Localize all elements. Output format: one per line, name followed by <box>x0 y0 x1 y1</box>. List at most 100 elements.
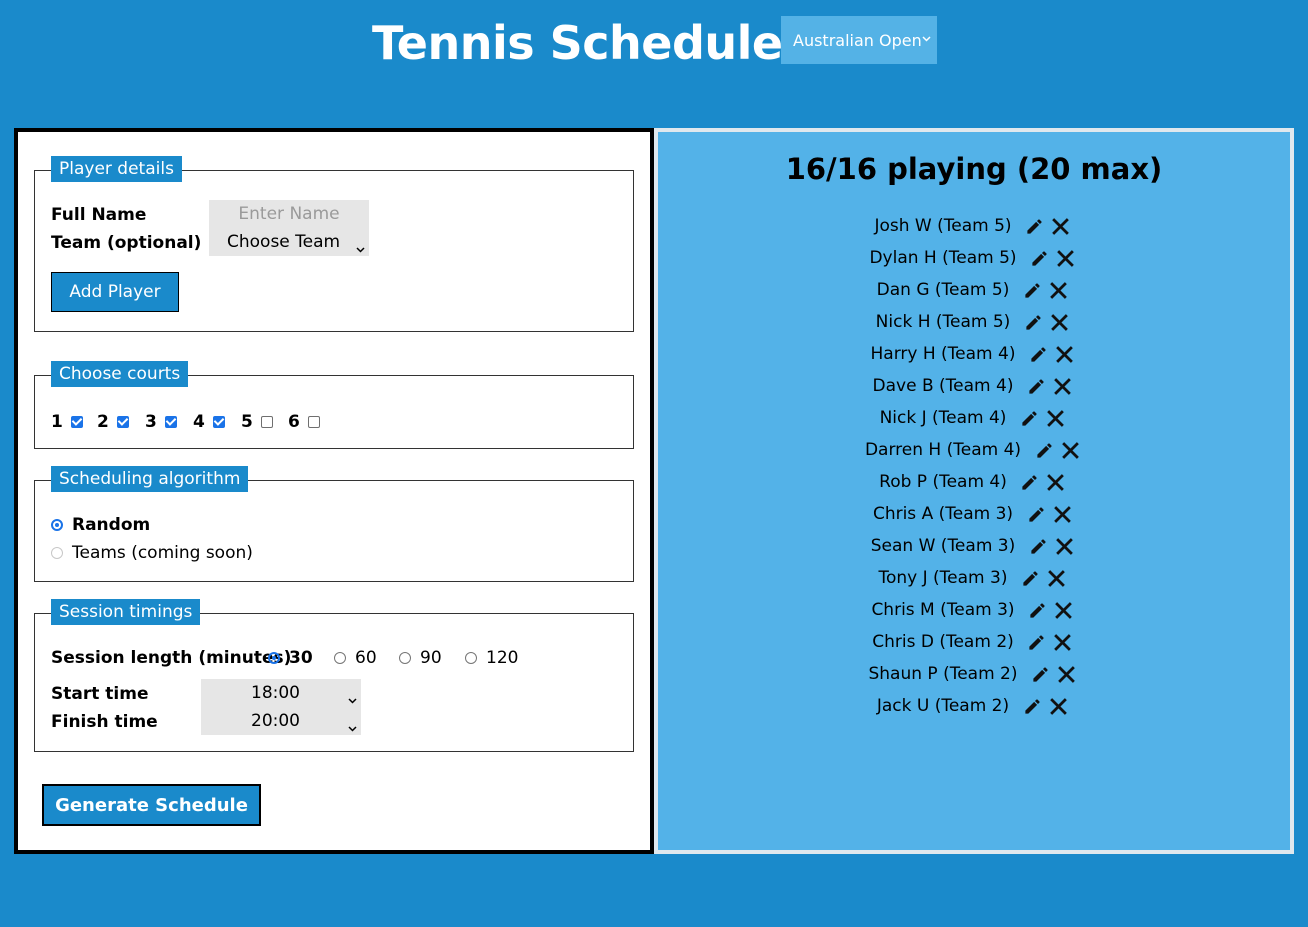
player-name: Tony J (Team 3) <box>878 568 1008 588</box>
roster-count-title: 16/16 playing (20 max) <box>785 152 1163 186</box>
close-icon[interactable] <box>1057 437 1083 463</box>
session-120-option[interactable]: 120 <box>465 648 518 668</box>
pencil-icon[interactable] <box>1023 373 1049 399</box>
team-label: Team (optional) <box>51 233 202 253</box>
tournament-select-value: Australian Open <box>793 30 922 50</box>
pencil-icon[interactable] <box>1020 309 1046 335</box>
player-row: Dylan H (Team 5) <box>658 242 1290 274</box>
start-time-value: 18:00 <box>251 683 300 703</box>
pencil-icon[interactable] <box>1019 277 1045 303</box>
court-3-option[interactable]: 3 <box>145 412 177 432</box>
court-6-option[interactable]: 6 <box>288 412 320 432</box>
session-option-label: 30 <box>289 648 313 668</box>
court-2-option[interactable]: 2 <box>97 412 129 432</box>
pencil-icon[interactable] <box>1031 437 1057 463</box>
session-30-radio[interactable] <box>268 652 280 664</box>
player-row: Rob P (Team 4) <box>658 466 1290 498</box>
pencil-icon[interactable] <box>1028 661 1054 687</box>
pencil-icon[interactable] <box>1023 501 1049 527</box>
generate-schedule-button[interactable]: Generate Schedule <box>42 784 261 826</box>
name-input[interactable]: Enter Name <box>209 200 369 228</box>
court-label: 4 <box>193 412 205 432</box>
close-icon[interactable] <box>1054 661 1080 687</box>
session-timings-group: Session timings Session length (minutes)… <box>34 599 634 752</box>
court-1-checkbox[interactable] <box>70 416 83 428</box>
player-row: Josh W (Team 5) <box>658 210 1290 242</box>
close-icon[interactable] <box>1049 501 1075 527</box>
tournament-select[interactable]: Australian Open <box>781 16 937 64</box>
algorithm-teams-option: Teams (coming soon) <box>51 543 253 563</box>
finish-time-select[interactable]: 20:00 <box>201 707 361 735</box>
close-icon[interactable] <box>1046 309 1072 335</box>
chevron-down-icon <box>922 31 931 45</box>
player-name: Dave B (Team 4) <box>872 376 1014 396</box>
algorithm-random-option[interactable]: Random <box>51 515 150 535</box>
close-icon[interactable] <box>1051 533 1077 559</box>
close-icon[interactable] <box>1051 341 1077 367</box>
court-4-option[interactable]: 4 <box>193 412 225 432</box>
session-60-option[interactable]: 60 <box>334 648 377 668</box>
pencil-icon[interactable] <box>1019 693 1045 719</box>
session-option-label: 120 <box>486 648 519 668</box>
close-icon[interactable] <box>1043 565 1069 591</box>
court-5-checkbox[interactable] <box>260 416 273 428</box>
player-row: Sean W (Team 3) <box>658 530 1290 562</box>
close-icon[interactable] <box>1045 693 1071 719</box>
close-icon[interactable] <box>1043 469 1069 495</box>
pencil-icon[interactable] <box>1016 405 1042 431</box>
court-4-checkbox[interactable] <box>212 416 225 428</box>
session-90-radio[interactable] <box>399 652 411 664</box>
pencil-icon[interactable] <box>1027 245 1053 271</box>
court-1-option[interactable]: 1 <box>51 412 83 432</box>
player-name: Nick J (Team 4) <box>879 408 1007 428</box>
session-90-option[interactable]: 90 <box>399 648 442 668</box>
close-icon[interactable] <box>1050 629 1076 655</box>
session-60-radio[interactable] <box>334 652 346 664</box>
court-5-option[interactable]: 5 <box>241 412 273 432</box>
add-player-button[interactable]: Add Player <box>51 272 179 312</box>
pencil-icon[interactable] <box>1017 565 1043 591</box>
court-3-checkbox[interactable] <box>164 416 177 428</box>
court-6-checkbox[interactable] <box>307 416 320 428</box>
session-30-option[interactable]: 30 <box>268 648 313 668</box>
pencil-icon[interactable] <box>1022 213 1048 239</box>
player-name: Sean W (Team 3) <box>870 536 1016 556</box>
close-icon[interactable] <box>1053 245 1079 271</box>
pencil-icon[interactable] <box>1024 629 1050 655</box>
player-details-group: Player details Full Name Team (optional)… <box>34 156 634 332</box>
court-label: 6 <box>288 412 300 432</box>
player-list: Josh W (Team 5) Dylan H (Team 5) Dan G (Te… <box>658 210 1290 722</box>
player-row: Nick H (Team 5) <box>658 306 1290 338</box>
algorithm-group: Scheduling algorithm Random Teams (comin… <box>34 466 634 582</box>
team-select[interactable]: Choose Team <box>209 228 369 256</box>
court-2-checkbox[interactable] <box>116 416 129 428</box>
session-option-label: 60 <box>355 648 377 668</box>
pencil-icon[interactable] <box>1017 469 1043 495</box>
close-icon[interactable] <box>1042 405 1068 431</box>
random-radio[interactable] <box>51 519 63 531</box>
algorithm-legend: Scheduling algorithm <box>51 466 249 492</box>
finish-time-value: 20:00 <box>251 711 300 731</box>
court-label: 2 <box>97 412 109 432</box>
player-details-legend: Player details <box>51 156 182 182</box>
start-time-select[interactable]: 18:00 <box>201 679 361 707</box>
player-row: Tony J (Team 3) <box>658 562 1290 594</box>
player-name: Jack U (Team 2) <box>876 696 1010 716</box>
player-name: Nick H (Team 5) <box>875 312 1011 332</box>
player-row: Dave B (Team 4) <box>658 370 1290 402</box>
pencil-icon[interactable] <box>1025 597 1051 623</box>
court-label: 3 <box>145 412 157 432</box>
close-icon[interactable] <box>1051 597 1077 623</box>
session-120-radio[interactable] <box>465 652 477 664</box>
pencil-icon[interactable] <box>1025 341 1051 367</box>
player-name: Josh W (Team 5) <box>874 216 1012 236</box>
player-row: Chris M (Team 3) <box>658 594 1290 626</box>
close-icon[interactable] <box>1045 277 1071 303</box>
close-icon[interactable] <box>1048 213 1074 239</box>
player-name: Chris D (Team 2) <box>872 632 1014 652</box>
chevron-down-icon <box>348 717 357 737</box>
close-icon[interactable] <box>1049 373 1075 399</box>
player-row: Chris A (Team 3) <box>658 498 1290 530</box>
page-title: Tennis Scheduler <box>372 16 805 70</box>
pencil-icon[interactable] <box>1025 533 1051 559</box>
